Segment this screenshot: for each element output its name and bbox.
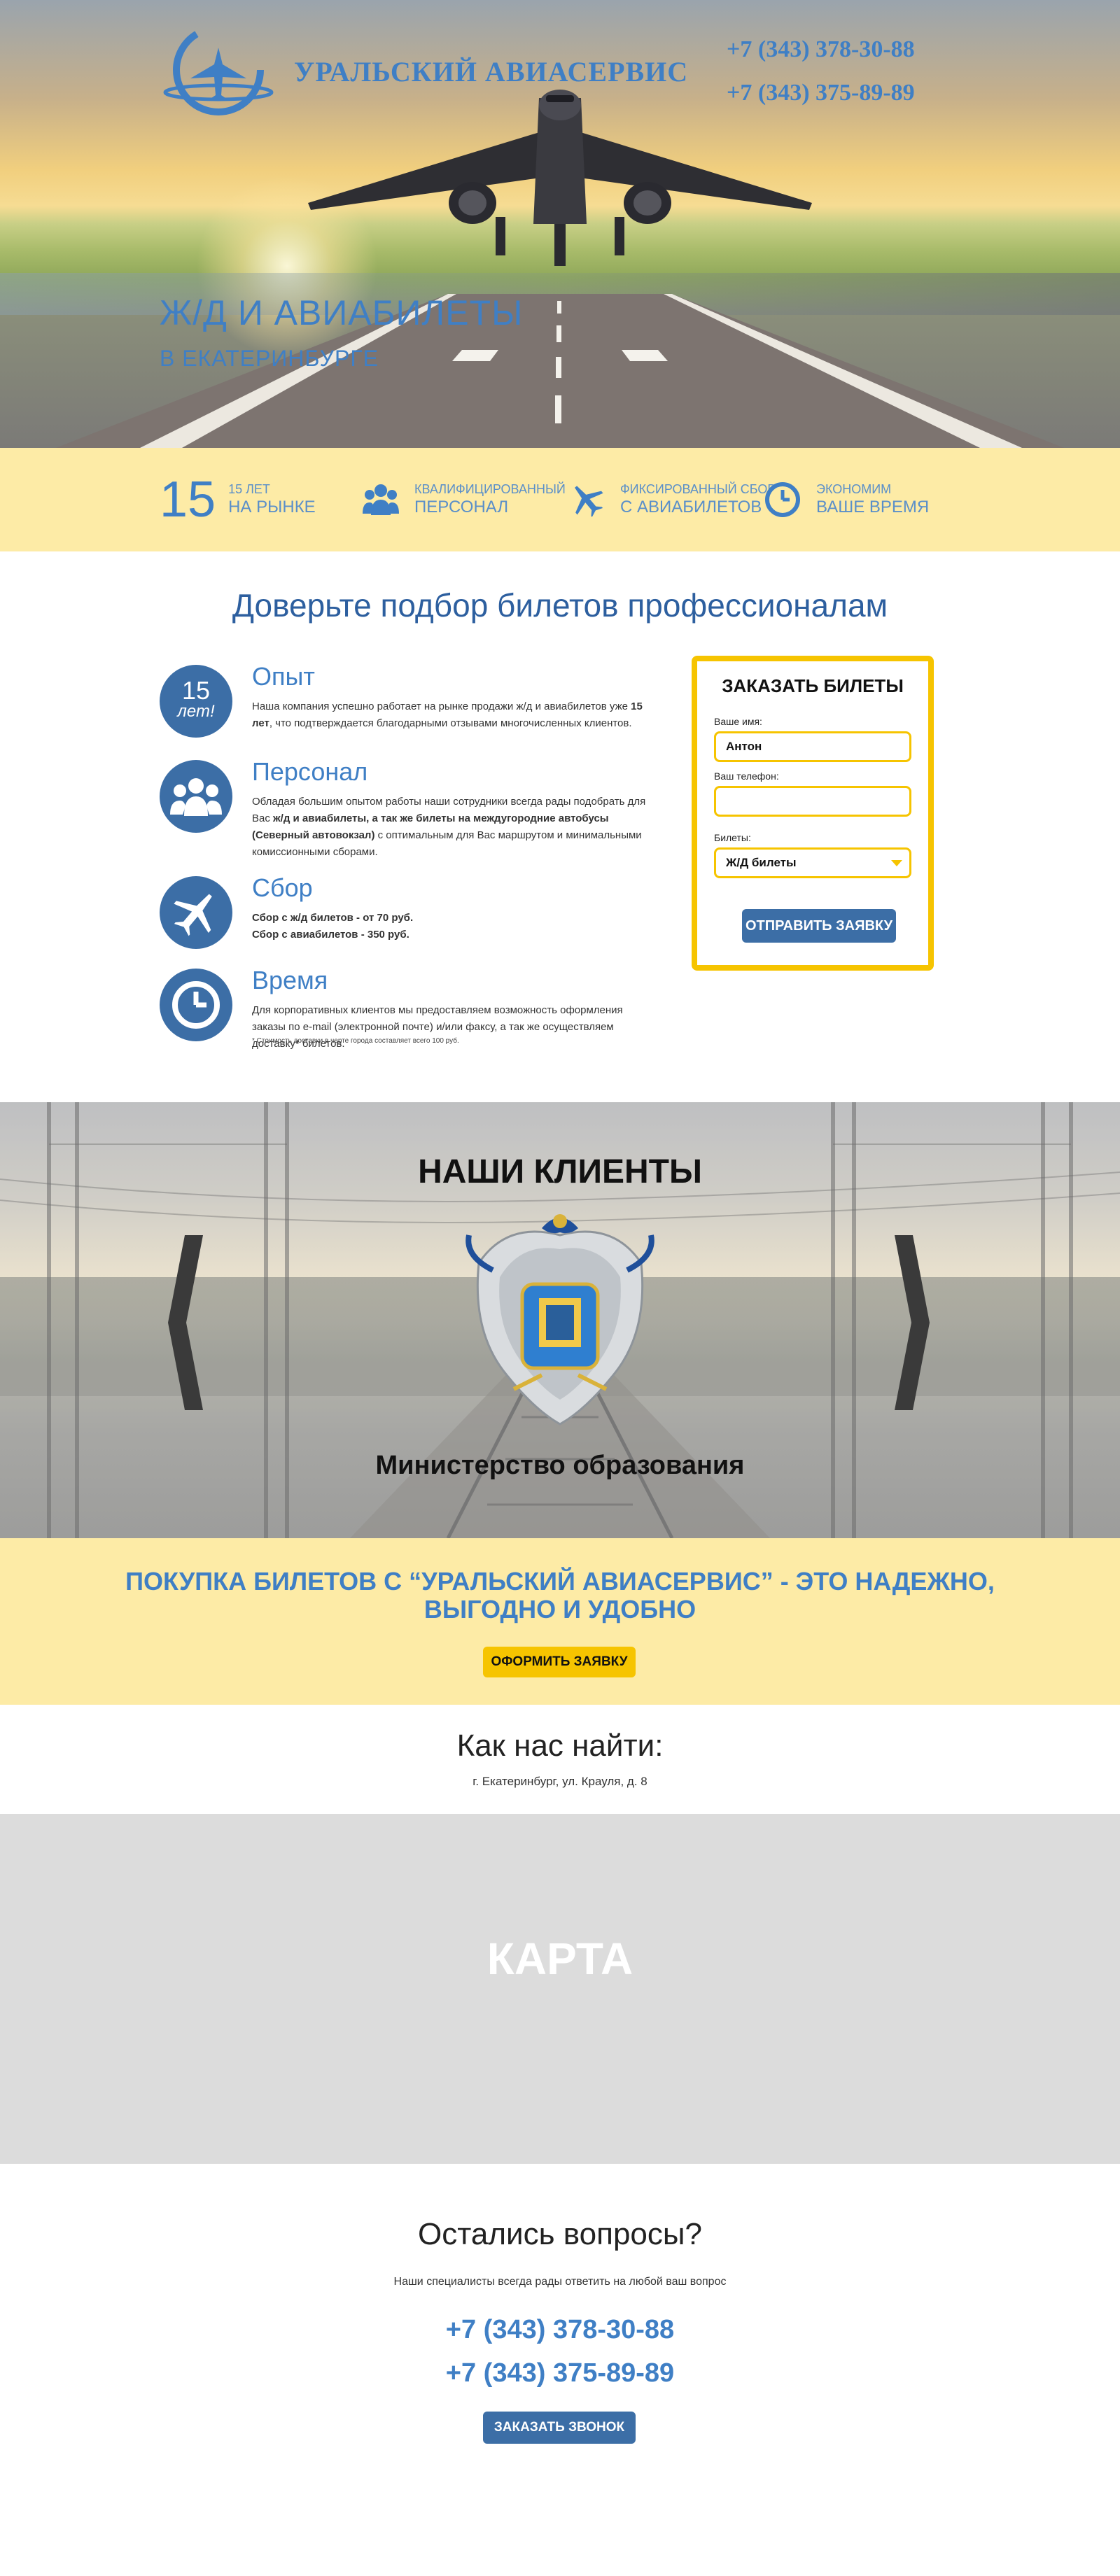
features-bar: 15 15 ЛЕТ НА РЫНКЕ КВАЛИФИЦИРОВАННЫЙ ПЕР… xyxy=(0,448,1120,551)
cta-section: ПОКУПКА БИЛЕТОВ С “УРАЛЬСКИЙ АВИАСЕРВИС”… xyxy=(0,1538,1120,1705)
stat-staff-text: КВАЛИФИЦИРОВАННЫЙ ПЕРСОНАЛ xyxy=(414,481,566,518)
advantage-experience: 15 лет! Опыт Наша компания успешно работ… xyxy=(160,662,664,742)
place-order-button[interactable]: ОФОРМИТЬ ЗАЯВКУ xyxy=(483,1647,636,1677)
name-label: Ваше имя: xyxy=(714,716,762,727)
experience-heading: Опыт xyxy=(252,662,315,691)
logo-icon xyxy=(163,24,274,115)
stat-years-line1: 15 ЛЕТ xyxy=(228,482,270,496)
tickets-select[interactable]: Ж/Д билеты xyxy=(714,847,911,878)
stat-fee-text: ФИКСИРОВАННЫЙ СБОР С АВИАБИЛЕТОВ xyxy=(620,481,776,518)
questions-title: Остались вопросы? xyxy=(418,2217,702,2251)
client-name: Министерство образования xyxy=(375,1451,745,1480)
company-name: УРАЛЬСКИЙ АВИАСЕРВИС xyxy=(294,55,689,87)
hero-title: Ж/Д И АВИАБИЛЕТЫ xyxy=(160,293,524,332)
fee-badge xyxy=(160,876,232,949)
delivery-note: * Стоимость доставки в черте города сост… xyxy=(252,1037,459,1045)
fee-line-rail: Сбор с ж/д билетов - от 70 руб. xyxy=(252,912,414,924)
ministry-emblem xyxy=(465,1214,654,1426)
next-arrow-icon[interactable] xyxy=(895,1235,930,1410)
clock-icon xyxy=(172,981,220,1029)
experience-badge-word: лет! xyxy=(177,702,215,721)
cta-text: ПОКУПКА БИЛЕТОВ С “УРАЛЬСКИЙ АВИАСЕРВИС”… xyxy=(0,1568,1120,1624)
tickets-label: Билеты: xyxy=(714,832,751,843)
stat-time-line1: ЭКОНОМИМ xyxy=(816,482,892,496)
order-form: ЗАКАЗАТЬ БИЛЕТЫ Ваше имя: Ваш телефон: Б… xyxy=(692,656,934,971)
stat-fee-line2: С АВИАБИЛЕТОВ xyxy=(620,498,762,516)
stat-years: 15 15 ЛЕТ НА РЫНКЕ xyxy=(160,448,316,551)
phone-input[interactable] xyxy=(714,786,911,817)
contact-phone-1[interactable]: +7 (343) 378-30-88 xyxy=(0,2315,1120,2345)
stat-years-text: 15 ЛЕТ НА РЫНКЕ xyxy=(228,481,316,518)
chevron-down-icon xyxy=(891,860,902,866)
header-phones: +7 (343) 378-30-88 +7 (343) 375-89-89 xyxy=(727,28,915,115)
name-input[interactable] xyxy=(714,731,911,762)
fee-text: Сбор с ж/д билетов - от 70 руб. Сбор с а… xyxy=(252,910,658,943)
location-address: г. Екатеринбург, ул. Крауля, д. 8 xyxy=(472,1775,648,1788)
fee-heading: Сбор xyxy=(252,873,313,902)
advantage-time: Время Для корпоративных клиентов мы пред… xyxy=(160,966,664,1050)
location-title: Как нас найти: xyxy=(456,1729,664,1763)
hero-subtitle: В ЕКАТЕРИНБУРГЕ xyxy=(160,346,379,371)
experience-text: Наша компания успешно работает на рынке … xyxy=(252,698,658,732)
time-text: Для корпоративных клиентов мы предоставл… xyxy=(252,1004,623,1050)
stat-staff-line1: КВАЛИФИЦИРОВАННЫЙ xyxy=(414,482,566,496)
stat-years-line2: НА РЫНКЕ xyxy=(228,498,316,516)
clients-title: НАШИ КЛИЕНТЫ xyxy=(418,1153,702,1190)
advantage-fee: Сбор Сбор с ж/д билетов - от 70 руб. Сбо… xyxy=(160,873,664,953)
stat-staff-line2: ПЕРСОНАЛ xyxy=(414,498,509,516)
advantage-staff: Персонал Обладая большим опытом работы н… xyxy=(160,757,664,858)
stat-fee: ФИКСИРОВАННЫЙ СБОР С АВИАБИЛЕТОВ xyxy=(568,448,776,551)
map-placeholder[interactable]: КАРТА xyxy=(0,1814,1120,2164)
phone-label: Ваш телефон: xyxy=(714,770,779,782)
people-icon xyxy=(170,778,222,816)
advantages-title: Доверьте подбор билетов профессионалам xyxy=(232,587,888,624)
experience-text-a: Наша компания успешно работает на рынке … xyxy=(252,701,631,712)
experience-text-c: , что подтверждается благодарными отзыва… xyxy=(269,717,632,729)
staff-text: Обладая большим опытом работы наши сотру… xyxy=(252,794,658,861)
people-icon xyxy=(363,484,399,515)
experience-badge-number: 15 xyxy=(181,676,211,705)
stat-staff: КВАЛИФИЦИРОВАННЫЙ ПЕРСОНАЛ xyxy=(363,448,566,551)
map-label: КАРТА xyxy=(486,1934,634,1984)
stat-time: ЭКОНОМИМ ВАШЕ ВРЕМЯ xyxy=(764,448,929,551)
request-call-button[interactable]: ЗАКАЗАТЬ ЗВОНОК xyxy=(483,2412,636,2444)
stat-time-line2: ВАШЕ ВРЕМЯ xyxy=(816,498,930,516)
staff-heading: Персонал xyxy=(252,757,368,786)
prev-arrow-icon[interactable] xyxy=(168,1235,203,1410)
cta-line-1: ПОКУПКА БИЛЕТОВ С “УРАЛЬСКИЙ АВИАСЕРВИС”… xyxy=(125,1567,995,1596)
hero-section: УРАЛЬСКИЙ АВИАСЕРВИС +7 (343) 378-30-88 … xyxy=(0,0,1120,448)
contact-phone-2[interactable]: +7 (343) 375-89-89 xyxy=(0,2358,1120,2388)
clock-icon xyxy=(765,482,800,517)
clients-section: НАШИ КЛИЕНТЫ Министерство образования xyxy=(0,1102,1120,1538)
stat-time-text: ЭКОНОМИМ ВАШЕ ВРЕМЯ xyxy=(816,481,929,518)
submit-order-button[interactable]: ОТПРАВИТЬ ЗАЯВКУ xyxy=(742,909,896,943)
order-form-title: ЗАКАЗАТЬ БИЛЕТЫ xyxy=(722,675,904,696)
logo[interactable]: УРАЛЬСКИЙ АВИАСЕРВИС xyxy=(162,22,688,120)
time-badge xyxy=(160,969,232,1041)
stat-fee-line1: ФИКСИРОВАННЫЙ СБОР xyxy=(620,482,776,496)
plane-icon xyxy=(575,486,603,517)
fee-line-air: Сбор с авиабилетов - 350 руб. xyxy=(252,929,410,941)
experience-badge: 15 лет! xyxy=(160,665,232,738)
header-phone-1[interactable]: +7 (343) 378-30-88 xyxy=(727,28,915,71)
tickets-select-value: Ж/Д билеты xyxy=(726,856,797,869)
time-heading: Время xyxy=(252,966,328,994)
cta-line-2: ВЫГОДНО И УДОБНО xyxy=(424,1595,696,1624)
plane-icon xyxy=(174,894,212,936)
header-phone-2[interactable]: +7 (343) 375-89-89 xyxy=(727,71,915,115)
stat-years-number: 15 xyxy=(160,472,216,528)
staff-badge xyxy=(160,760,232,833)
questions-subtitle: Наши специалисты всегда рады ответить на… xyxy=(393,2276,727,2288)
